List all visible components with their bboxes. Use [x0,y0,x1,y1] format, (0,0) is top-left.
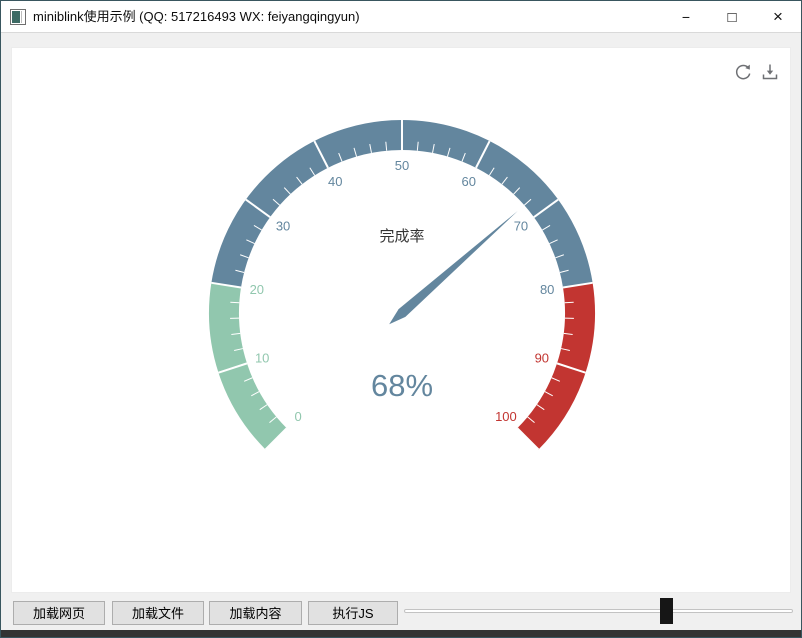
load-content-button[interactable]: 加载内容 [209,601,302,625]
svg-text:60: 60 [462,174,476,189]
value-slider-track[interactable] [404,609,793,613]
app-icon-pane [12,11,20,23]
app-icon-divider [21,11,22,23]
save-image-icon[interactable] [760,62,780,82]
load-webpage-button[interactable]: 加载网页 [13,601,105,625]
svg-text:20: 20 [250,282,264,297]
window-title: miniblink使用示例 (QQ: 517216493 WX: feiyang… [33,1,360,33]
svg-text:30: 30 [276,219,290,234]
maximize-button[interactable]: □ [709,1,755,33]
screen-edge-shadow [1,630,801,637]
svg-text:90: 90 [535,350,549,365]
svg-text:50: 50 [395,158,409,173]
gauge-chart: 0 10 20 30 40 50 60 70 80 90 100 完成率 68% [12,48,790,592]
close-button[interactable]: × [755,1,801,33]
svg-text:80: 80 [540,282,554,297]
minimize-button[interactable]: − [663,1,709,33]
execute-js-button[interactable]: 执行JS [308,601,398,625]
window-controls: − □ × [663,1,801,33]
restore-icon[interactable] [733,62,753,82]
app-window: miniblink使用示例 (QQ: 517216493 WX: feiyang… [0,0,802,638]
svg-text:10: 10 [255,350,269,365]
svg-text:40: 40 [328,174,342,189]
app-icon [10,9,26,25]
load-file-button[interactable]: 加载文件 [112,601,204,625]
chart-toolbox [733,62,780,82]
svg-text:70: 70 [514,219,528,234]
svg-text:完成率: 完成率 [379,228,424,245]
svg-text:100: 100 [495,409,517,424]
browser-view: 0 10 20 30 40 50 60 70 80 90 100 完成率 68% [11,47,791,593]
svg-text:68%: 68% [371,368,433,403]
svg-text:0: 0 [294,409,301,424]
title-bar: miniblink使用示例 (QQ: 517216493 WX: feiyang… [1,1,801,33]
value-slider-handle[interactable] [660,598,673,624]
